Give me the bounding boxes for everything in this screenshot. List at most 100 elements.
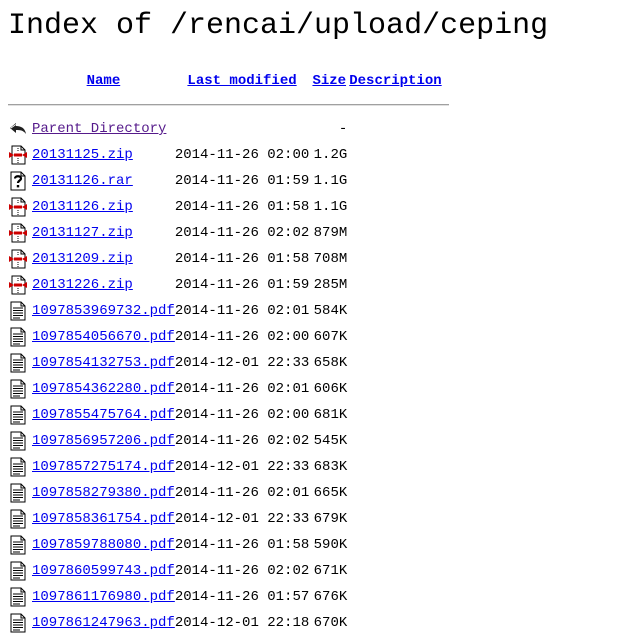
compressed-file-icon[interactable]	[8, 249, 28, 269]
parent-modified-cell	[175, 116, 309, 142]
file-size: 679K	[313, 511, 348, 527]
file-description	[349, 402, 449, 428]
file-link[interactable]: 20131127.zip	[32, 225, 133, 241]
text-file-icon[interactable]	[8, 561, 28, 581]
back-arrow-icon[interactable]	[8, 119, 28, 139]
file-modified: 2014-11-26 01:57	[174, 589, 310, 605]
file-link[interactable]: 1097858279380.pdf	[32, 485, 175, 501]
text-file-icon[interactable]	[8, 457, 28, 477]
file-link[interactable]: 1097860599743.pdf	[32, 563, 175, 579]
file-link[interactable]: 20131126.rar	[32, 173, 133, 189]
sort-by-name-link[interactable]: Name	[87, 73, 121, 89]
file-description	[349, 480, 449, 506]
file-size: 1.1G	[313, 173, 348, 189]
file-link[interactable]: 1097854362280.pdf	[32, 381, 175, 397]
text-file-icon[interactable]	[8, 327, 28, 347]
file-link[interactable]: 1097861176980.pdf	[32, 589, 175, 605]
text-file-icon[interactable]	[8, 613, 28, 633]
file-row: 1097855475764.pdf 2014-11-26 02:00 681K	[8, 402, 449, 428]
horizontal-rule	[8, 104, 450, 106]
file-modified: 2014-11-26 02:01	[174, 303, 310, 319]
file-description	[349, 610, 449, 636]
file-modified: 2014-11-26 02:01	[174, 485, 310, 501]
text-file-icon[interactable]	[8, 301, 28, 321]
text-file-icon[interactable]	[8, 431, 28, 451]
file-link[interactable]: 1097855475764.pdf	[32, 407, 175, 423]
file-link[interactable]: 20131226.zip	[32, 277, 133, 293]
compressed-file-icon[interactable]	[8, 197, 28, 217]
file-size: 708M	[313, 251, 348, 267]
header-row: Name Last modified Size Description	[8, 68, 449, 94]
directory-listing: Name Last modified Size Description Pare…	[8, 68, 450, 636]
file-size: 670K	[313, 615, 348, 631]
file-description	[349, 376, 449, 402]
file-row: 1097858361754.pdf 2014-12-01 22:33 679K	[8, 506, 449, 532]
file-description	[349, 532, 449, 558]
file-link[interactable]: 1097856957206.pdf	[32, 433, 175, 449]
compressed-file-icon[interactable]	[8, 275, 28, 295]
text-file-icon[interactable]	[8, 405, 28, 425]
file-description	[349, 506, 449, 532]
file-row: 20131209.zip 2014-11-26 01:58 708M	[8, 246, 449, 272]
file-link[interactable]: 1097854132753.pdf	[32, 355, 175, 371]
compressed-file-icon[interactable]	[8, 223, 28, 243]
file-modified: 2014-12-01 22:33	[174, 511, 310, 527]
page-title: Index of /rencai/upload/ceping	[8, 9, 549, 43]
header-separator-row	[8, 94, 450, 116]
file-description	[349, 272, 449, 298]
file-description	[349, 194, 449, 220]
file-modified: 2014-12-01 22:18	[174, 615, 310, 631]
text-file-icon[interactable]	[8, 379, 28, 399]
file-description	[349, 428, 449, 454]
parent-description-cell	[349, 116, 449, 142]
sort-by-description-link[interactable]: Description	[349, 73, 441, 89]
file-description	[349, 142, 449, 168]
file-row: 1097853969732.pdf 2014-11-26 02:01 584K	[8, 298, 449, 324]
file-description	[349, 298, 449, 324]
unknown-file-icon[interactable]	[8, 171, 28, 191]
file-link[interactable]: 1097858361754.pdf	[32, 511, 175, 527]
file-link[interactable]: 1097854056670.pdf	[32, 329, 175, 345]
file-modified: 2014-12-01 22:33	[174, 459, 310, 475]
parent-size: -	[338, 121, 348, 137]
file-size: 683K	[313, 459, 348, 475]
file-modified: 2014-11-26 02:00	[174, 407, 310, 423]
file-row: 1097854132753.pdf 2014-12-01 22:33 658K	[8, 350, 449, 376]
file-size: 607K	[313, 329, 348, 345]
file-link[interactable]: 1097861247963.pdf	[32, 615, 175, 631]
file-size: 681K	[313, 407, 348, 423]
file-row: 1097858279380.pdf 2014-11-26 02:01 665K	[8, 480, 449, 506]
file-row: 20131127.zip 2014-11-26 02:02 879M	[8, 220, 449, 246]
compressed-file-icon[interactable]	[8, 145, 28, 165]
sort-by-last-modified-link[interactable]: Last modified	[187, 73, 296, 89]
file-modified: 2014-11-26 02:00	[174, 329, 310, 345]
file-size: 665K	[313, 485, 348, 501]
text-file-icon[interactable]	[8, 587, 28, 607]
file-link[interactable]: 20131126.zip	[32, 199, 133, 215]
text-file-icon[interactable]	[8, 353, 28, 373]
icon-column-header	[8, 68, 32, 94]
file-size: 606K	[313, 381, 348, 397]
file-link[interactable]: 1097853969732.pdf	[32, 303, 175, 319]
file-link[interactable]: 20131125.zip	[32, 147, 133, 163]
text-file-icon[interactable]	[8, 509, 28, 529]
file-description	[349, 584, 449, 610]
file-modified: 2014-11-26 01:58	[174, 537, 310, 553]
file-modified: 2014-11-26 01:59	[174, 277, 310, 293]
file-description	[349, 350, 449, 376]
parent-directory-link[interactable]: Parent Directory	[32, 121, 166, 137]
file-row: 1097856957206.pdf 2014-11-26 02:02 545K	[8, 428, 449, 454]
text-file-icon[interactable]	[8, 483, 28, 503]
file-modified: 2014-11-26 01:58	[174, 251, 310, 267]
file-size: 658K	[313, 355, 348, 371]
file-link[interactable]: 1097857275174.pdf	[32, 459, 175, 475]
file-size: 879M	[313, 225, 348, 241]
file-size: 545K	[313, 433, 348, 449]
file-modified: 2014-11-26 02:00	[174, 147, 310, 163]
file-link[interactable]: 20131209.zip	[32, 251, 133, 267]
file-link[interactable]: 1097859788080.pdf	[32, 537, 175, 553]
file-row: 1097854056670.pdf 2014-11-26 02:00 607K	[8, 324, 449, 350]
text-file-icon[interactable]	[8, 535, 28, 555]
sort-by-size-link[interactable]: Size	[312, 73, 346, 89]
file-description	[349, 168, 449, 194]
